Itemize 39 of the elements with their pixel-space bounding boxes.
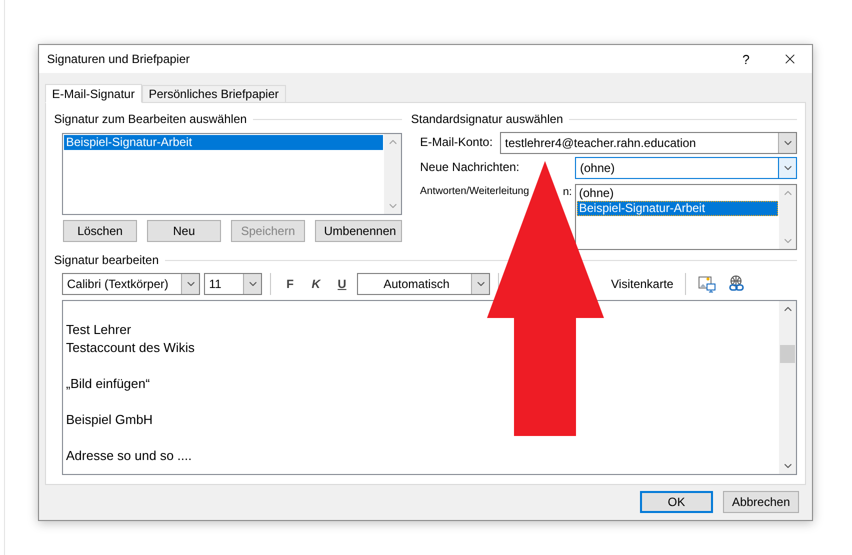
- list-button[interactable]: Löschen: [63, 220, 137, 242]
- dialog-button[interactable]: OK: [640, 491, 713, 513]
- list-button[interactable]: Neu: [147, 220, 221, 242]
- signature-list[interactable]: Beispiel-Signatur-Arbeit: [62, 133, 402, 215]
- list-button[interactable]: Umbenennen: [315, 220, 402, 242]
- size-dropdown[interactable]: 11: [204, 273, 262, 295]
- account-dropdown[interactable]: testlehrer4@teacher.rahn.education: [500, 132, 797, 154]
- signature-text: „Bild einfügen“: [66, 375, 151, 393]
- field-label: Neue Nachrichten:: [420, 159, 520, 174]
- signature-text: Beispiel GmbH: [66, 411, 154, 429]
- dropdown-option[interactable]: Beispiel-Signatur-Arbeit: [577, 201, 778, 216]
- font-dropdown[interactable]: Calibri (Textkörper): [62, 273, 200, 295]
- group-heading: Signatur bearbeiten: [54, 253, 159, 267]
- underline-button[interactable]: U: [331, 273, 353, 295]
- tab[interactable]: E-Mail-Signatur: [45, 84, 142, 103]
- signature-editor[interactable]: Test Lehrer Testaccount des Wikis „Bild einfügen“ Beispiel GmbH Adresse so und so ....: [62, 300, 797, 475]
- signature-text: Adresse so und so ....: [66, 447, 193, 465]
- group-heading: Signatur zum Bearbeiten auswählen: [54, 112, 247, 126]
- help-button[interactable]: ?: [724, 45, 768, 73]
- new-messages-dropdown[interactable]: (ohne): [575, 157, 797, 179]
- dropdown-option[interactable]: (ohne): [577, 186, 778, 201]
- color-dropdown[interactable]: Automatisch: [357, 273, 490, 295]
- field-label: E-Mail-Konto:: [420, 134, 494, 149]
- bold-button[interactable]: F: [279, 273, 301, 295]
- scrollbar[interactable]: [384, 134, 401, 214]
- field-label: Antworten/Weiterleitung: [420, 185, 530, 197]
- italic-button[interactable]: K: [305, 273, 327, 295]
- field-label: n:: [562, 185, 572, 198]
- list-item[interactable]: Beispiel-Signatur-Arbeit: [64, 135, 383, 150]
- dialog-button[interactable]: Abbrechen: [722, 491, 799, 513]
- business-card-button[interactable]: Visitenkarte: [607, 273, 678, 295]
- scrollbar[interactable]: [779, 185, 796, 249]
- signature-text: Test Lehrer: [66, 321, 132, 339]
- tab[interactable]: Persönliches Briefpapier: [142, 85, 286, 102]
- group-heading: Standardsignatur auswählen: [411, 112, 564, 126]
- signature-text: Testaccount des Wikis: [66, 339, 196, 357]
- window-title: Signaturen und Briefpapier: [47, 52, 191, 66]
- scrollbar[interactable]: [779, 301, 796, 474]
- scrollbar-thumb[interactable]: [780, 345, 795, 363]
